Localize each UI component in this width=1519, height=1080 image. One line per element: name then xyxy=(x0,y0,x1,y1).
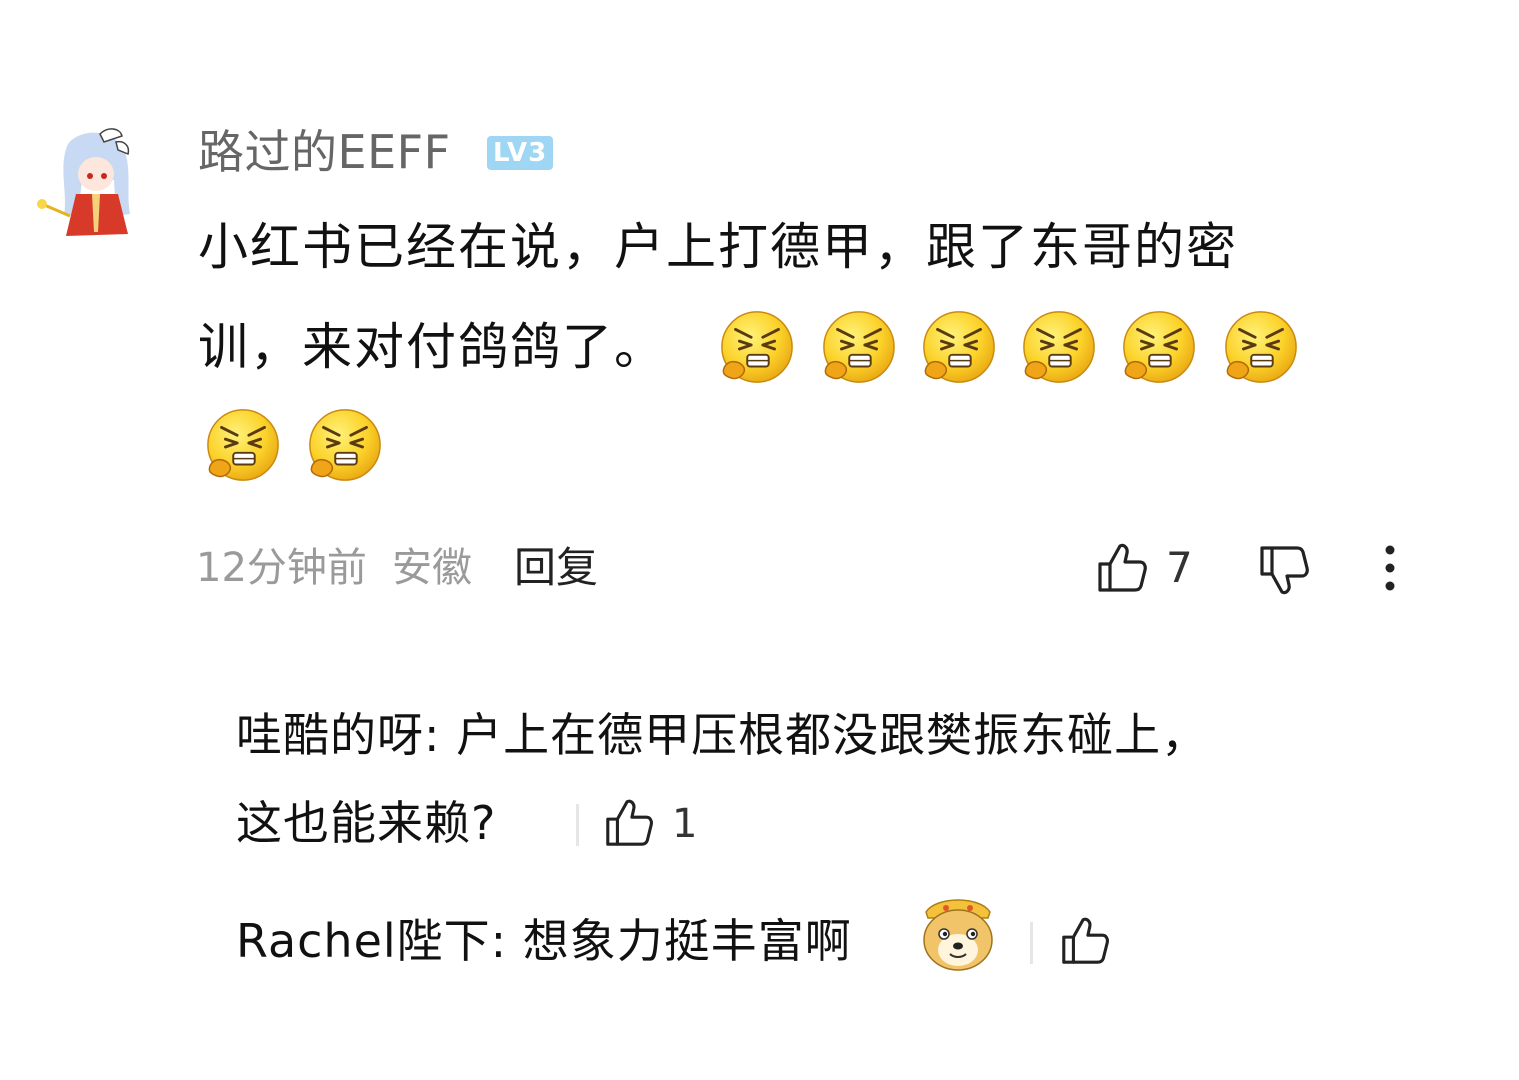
angry-cough-face-icon xyxy=(206,408,280,482)
comment-text-line-1: 小红书已经在说，户上打德甲，跟了东哥的密 xyxy=(198,218,1238,276)
thumbs-up-icon[interactable] xyxy=(1094,540,1150,596)
divider xyxy=(1030,922,1033,964)
reply-text-line-2[interactable]: 这也能来赖? xyxy=(236,790,496,856)
thumbs-up-icon[interactable] xyxy=(1058,914,1112,968)
angry-cough-face-icon xyxy=(720,310,794,384)
comment-page: 路过的EEFF LV3 小红书已经在说，户上打德甲，跟了东哥的密 训，来对付鸽鸽… xyxy=(0,0,1519,1080)
reply-button[interactable]: 回复 xyxy=(514,538,598,598)
comment-text-line-2: 训，来对付鸽鸽了。 xyxy=(198,318,666,376)
comment-location: 安徽 xyxy=(392,545,472,591)
comment-timestamp: 12分钟前 xyxy=(196,545,367,591)
like-count: 7 xyxy=(1166,543,1193,592)
angry-cough-face-icon xyxy=(822,310,896,384)
thumbs-down-icon[interactable] xyxy=(1256,542,1312,598)
divider xyxy=(576,804,579,846)
doge-monkey-king-icon xyxy=(923,899,993,971)
angry-cough-face-icon xyxy=(922,310,996,384)
anime-girl-avatar-icon[interactable] xyxy=(30,124,142,242)
more-vertical-icon[interactable] xyxy=(1374,544,1406,594)
reply-text[interactable]: Rachel陛下: 想象力挺丰富啊 xyxy=(236,908,852,974)
angry-cough-face-icon xyxy=(1224,310,1298,384)
thumbs-up-icon[interactable] xyxy=(602,796,656,850)
comment-author-name[interactable]: 路过的EEFF xyxy=(198,122,451,182)
angry-cough-face-icon xyxy=(308,408,382,482)
angry-cough-face-icon xyxy=(1122,310,1196,384)
level-badge: LV3 xyxy=(487,136,554,170)
angry-cough-face-icon xyxy=(1022,310,1096,384)
reply-like-count: 1 xyxy=(672,801,698,847)
reply-text-line-1[interactable]: 哇酷的呀: 户上在德甲压根都没跟樊振东碰上， xyxy=(236,702,1208,768)
